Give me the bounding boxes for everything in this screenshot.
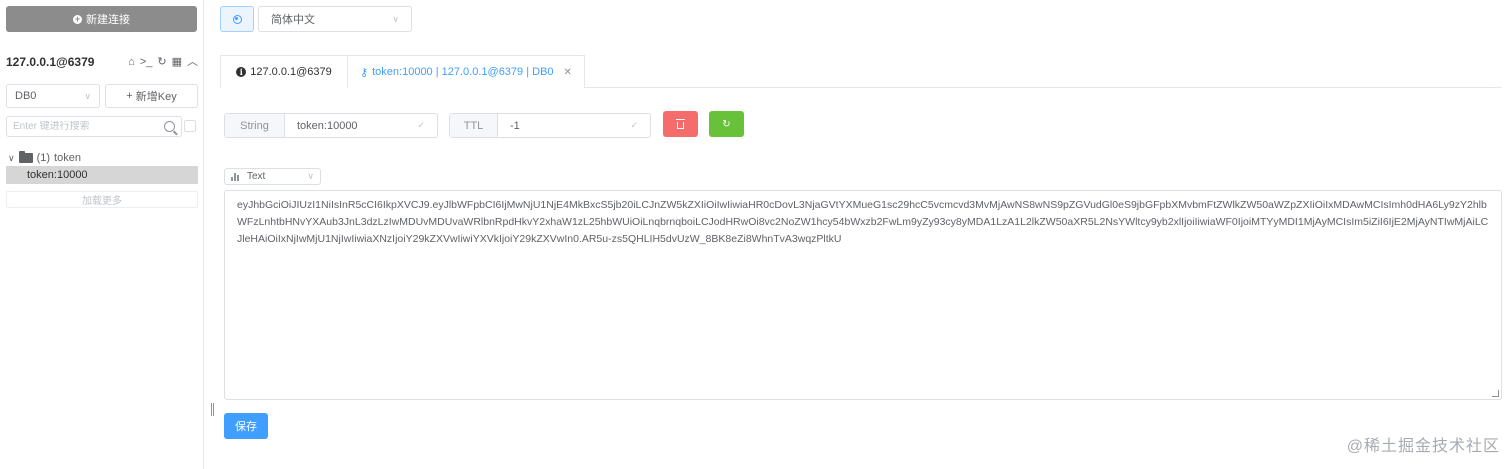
value-text: eyJhbGciOiJIUzI1NiIsInR5cCI6IkpXVCJ9.eyJ… [237, 199, 1489, 245]
refresh-key-button[interactable]: ↻ [709, 111, 744, 137]
search-icon[interactable] [164, 121, 175, 132]
key-name-input[interactable]: token:10000 ✓ [285, 114, 437, 137]
delete-key-button[interactable] [663, 111, 698, 137]
connection-name: 127.0.0.1@6379 [6, 55, 95, 69]
ttl-group: TTL -1 ✓ [449, 113, 651, 138]
trash-icon [676, 118, 685, 129]
sidebar: + 新建连接 127.0.0.1@6379 ⌂ >_ ↻ ▦ ︿ DB0 ∨ +… [0, 0, 204, 469]
tab-connection-status[interactable]: i 127.0.0.1@6379 [220, 55, 348, 88]
resize-handle[interactable] [1492, 390, 1499, 397]
connection-actions: ⌂ >_ ↻ ▦ ︿ [128, 56, 198, 68]
db-select-value: DB0 [15, 90, 37, 102]
language-select[interactable]: 简体中文 ∨ [258, 6, 412, 32]
save-button[interactable]: 保存 [224, 413, 268, 439]
grid-icon[interactable]: ▦ [172, 56, 182, 68]
tab-label: 127.0.0.1@6379 [250, 66, 332, 78]
folder-name: token [54, 152, 81, 164]
key-search-box[interactable] [6, 116, 182, 137]
refresh-icon[interactable]: ↻ [157, 56, 166, 68]
check-icon[interactable]: ✓ [630, 120, 638, 131]
sidebar-resize-handle[interactable] [211, 403, 214, 416]
tab-bar: i 127.0.0.1@6379 ⚷ token:10000 | 127.0.0… [220, 55, 1502, 89]
plus-circle-icon: + [73, 13, 82, 24]
ttl-input[interactable]: -1 ✓ [498, 114, 650, 137]
chevron-up-icon[interactable]: ︿ [187, 56, 198, 68]
key-search-input[interactable] [13, 121, 164, 132]
new-connection-label: 新建连接 [86, 14, 130, 26]
info-icon: i [236, 67, 247, 77]
connection-header[interactable]: 127.0.0.1@6379 ⌂ >_ ↻ ▦ ︿ [6, 54, 198, 70]
chevron-down-icon: ∨ [392, 13, 399, 24]
add-key-label: 新增Key [135, 91, 177, 103]
add-key-button[interactable]: + 新增Key [105, 84, 198, 108]
tree-item-key[interactable]: token:10000 [6, 166, 198, 184]
chevron-down-icon: ∨ [8, 152, 15, 163]
new-connection-button[interactable]: + 新建连接 [6, 6, 197, 32]
refresh-icon: ↻ [722, 118, 731, 130]
load-more-button[interactable]: 加载更多 [6, 191, 198, 208]
watermark: @稀土掘金技术社区 [1346, 438, 1500, 455]
key-icon: ⚷ [360, 66, 369, 79]
close-icon[interactable]: ✕ [564, 67, 572, 78]
ttl-value: -1 [510, 119, 520, 132]
check-icon[interactable]: ✓ [417, 120, 425, 131]
key-name-value: token:10000 [297, 119, 358, 132]
bar-chart-icon [231, 172, 239, 181]
home-icon[interactable]: ⌂ [128, 56, 135, 68]
tab-key-detail[interactable]: ⚷ token:10000 | 127.0.0.1@6379 | DB0 ✕ [348, 55, 585, 89]
folder-open-icon [18, 151, 33, 163]
key-type-label: String [225, 114, 285, 137]
theme-toggle-button[interactable] [220, 6, 254, 32]
exact-search-checkbox[interactable] [184, 120, 196, 132]
terminal-icon[interactable]: >_ [140, 56, 153, 68]
value-textarea[interactable]: eyJhbGciOiJIUzI1NiIsInR5cCI6IkpXVCJ9.eyJ… [224, 190, 1502, 400]
chevron-down-icon: ∨ [307, 171, 314, 181]
folder-count: (1) [36, 152, 51, 164]
key-name-group: String token:10000 ✓ [224, 113, 438, 138]
ttl-label: TTL [450, 114, 498, 137]
chevron-down-icon: ∨ [84, 90, 91, 101]
language-value: 简体中文 [271, 14, 315, 26]
db-select[interactable]: DB0 ∨ [6, 84, 100, 108]
tree-folder-token[interactable]: ∨ (1) token [8, 150, 81, 166]
plus-icon: + [126, 90, 133, 102]
theme-icon [232, 14, 242, 24]
tab-label: token:10000 | 127.0.0.1@6379 | DB0 [372, 66, 554, 78]
format-select[interactable]: Text ∨ [224, 168, 321, 185]
format-value: Text [247, 171, 266, 182]
